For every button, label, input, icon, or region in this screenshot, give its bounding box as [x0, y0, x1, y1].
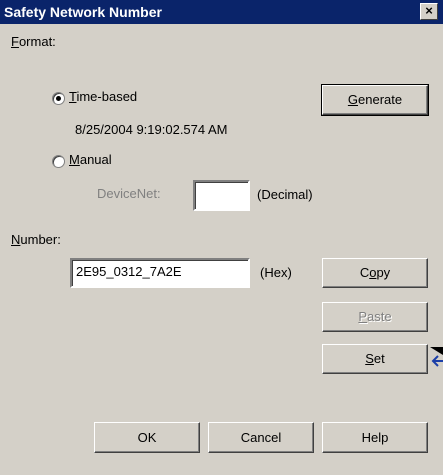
copy-button[interactable]: Copy: [322, 258, 428, 288]
format-label: Format:: [11, 34, 56, 49]
devicenet-label: DeviceNet:: [97, 186, 161, 201]
decimal-unit-label: (Decimal): [257, 187, 313, 202]
paste-button[interactable]: Paste: [322, 302, 428, 332]
help-button[interactable]: Help: [322, 422, 428, 453]
radio-unselected-icon[interactable]: [52, 155, 65, 168]
cancel-button[interactable]: Cancel: [208, 422, 314, 453]
generate-button[interactable]: Generate: [321, 84, 429, 116]
time-based-label[interactable]: Time-based: [69, 89, 137, 104]
radio-selected-icon[interactable]: [52, 92, 65, 105]
set-arrow-icon: [430, 347, 443, 367]
time-based-timestamp: 8/25/2004 9:19:02.574 AM: [75, 122, 228, 137]
ok-button[interactable]: OK: [94, 422, 200, 453]
devicenet-input[interactable]: [193, 180, 250, 211]
number-label: Number:: [11, 232, 61, 247]
set-button[interactable]: Set: [322, 344, 428, 374]
close-icon[interactable]: ×: [420, 3, 438, 20]
title-bar[interactable]: Safety Network Number ×: [0, 0, 443, 24]
hex-unit-label: (Hex): [260, 265, 292, 280]
dialog-title: Safety Network Number: [4, 4, 162, 20]
number-input[interactable]: 2E95_0312_7A2E: [70, 258, 250, 288]
manual-label[interactable]: Manual: [69, 152, 112, 167]
